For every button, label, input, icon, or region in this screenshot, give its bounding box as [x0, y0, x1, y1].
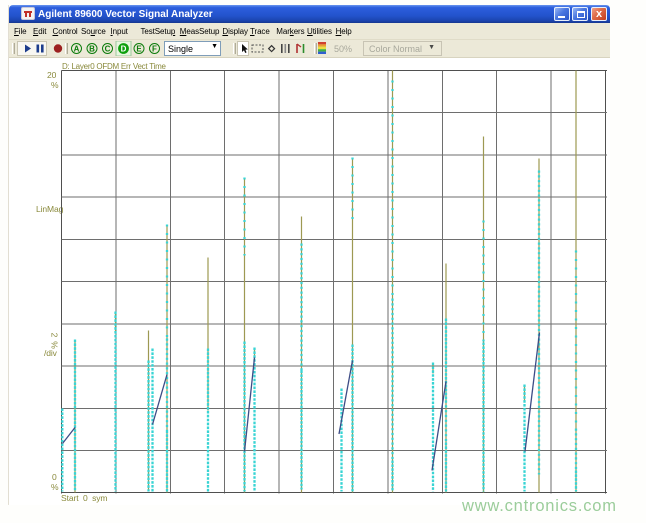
svg-text:A: A — [74, 45, 80, 54]
svg-text:E: E — [136, 45, 142, 54]
svg-text:D: D — [121, 45, 127, 54]
svg-text:C: C — [105, 45, 111, 54]
svg-text:F: F — [152, 45, 157, 54]
svg-text:B: B — [89, 45, 95, 54]
